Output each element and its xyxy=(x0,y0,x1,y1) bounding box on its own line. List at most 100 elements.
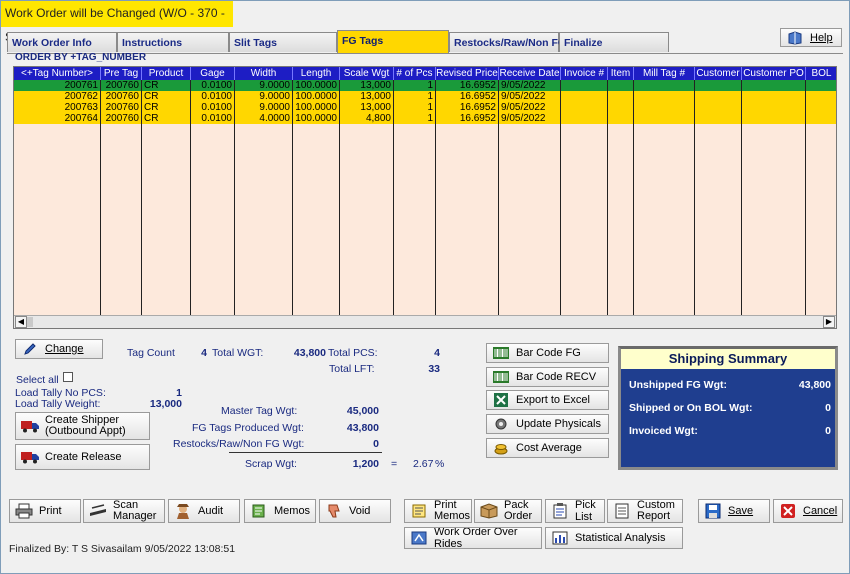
col-width[interactable]: Width xyxy=(235,67,293,80)
update-physicals-button[interactable]: Update Physicals xyxy=(486,414,609,434)
save-button[interactable]: Save xyxy=(698,499,770,523)
total-lft-value: 33 xyxy=(428,363,440,375)
scrap-wgt-label: Scrap Wgt: xyxy=(245,458,297,470)
col-customer-po[interactable]: Customer PO xyxy=(742,67,806,80)
table-row[interactable]: 200764 200760 CR 0.0100 4.0000 100.0000 4,800 1… xyxy=(14,113,836,124)
table-cell: 200762 xyxy=(64,91,98,102)
load-tally-wgt-label: Load Tally Weight: xyxy=(15,398,101,410)
col-revised-price[interactable]: Revised Price xyxy=(436,67,499,80)
chart-icon xyxy=(550,529,570,547)
invoiced-value: 0 xyxy=(825,425,831,437)
tab-work-order-info[interactable]: Work Order Info xyxy=(7,32,117,52)
scroll-right-icon[interactable]: ▶ xyxy=(823,316,835,328)
tab-fg-tags[interactable]: FG Tags xyxy=(337,30,449,53)
table-cell: 200760 xyxy=(105,102,139,113)
col-receive-date[interactable]: Receive Date xyxy=(499,67,561,80)
shipping-summary-panel: Shipping Summary Unshipped FG Wgt: 43,80… xyxy=(618,346,838,470)
col-customer[interactable]: Customer xyxy=(695,67,742,80)
scan-manager-button[interactable]: Scan Manager xyxy=(83,499,165,523)
col-gage[interactable]: Gage xyxy=(191,67,235,80)
create-release-button[interactable]: Create Release xyxy=(15,444,150,470)
override-icon xyxy=(409,529,429,547)
table-cell: 16.6952 xyxy=(459,113,496,124)
unshipped-value: 43,800 xyxy=(798,379,831,391)
select-all-label: Select all xyxy=(16,374,59,386)
cancel-button[interactable]: Cancel xyxy=(773,499,843,523)
close-icon xyxy=(778,502,798,520)
table-cell: 16.6952 xyxy=(459,102,496,113)
table-cell: 100.0000 xyxy=(295,80,337,91)
shipped-value: 0 xyxy=(825,402,831,414)
tab-finalize[interactable]: Finalize xyxy=(559,32,669,52)
col-item[interactable]: Item xyxy=(608,67,634,80)
restocks-wgt-value: 0 xyxy=(373,438,379,450)
col-invoice[interactable]: Invoice # xyxy=(561,67,608,80)
fg-tags-grid[interactable]: <+Tag Number> Pre Tag Product Gage Width… xyxy=(13,66,837,329)
scroll-thumb[interactable] xyxy=(27,317,33,327)
truck-icon xyxy=(20,448,40,466)
work-order-over-rides-button[interactable]: Work Order Over Rides xyxy=(404,527,542,549)
custom-report-button[interactable]: Custom Report xyxy=(607,499,683,523)
barcode-fg-button[interactable]: Bar Code FG xyxy=(486,343,609,363)
tab-restocks[interactable]: Restocks/Raw/Non FG xyxy=(449,32,566,52)
table-cell: CR xyxy=(144,91,159,102)
statistical-analysis-label: Statistical Analysis xyxy=(575,532,666,544)
unshipped-label: Unshipped FG Wgt: xyxy=(629,379,727,391)
create-shipper-button[interactable]: Create Shipper (Outbound Appt) xyxy=(15,412,150,440)
col-mill-tag[interactable]: Mill Tag # xyxy=(634,67,695,80)
audit-button[interactable]: Audit xyxy=(168,499,240,523)
col-tag-number[interactable]: <+Tag Number> xyxy=(14,67,101,80)
audit-label: Audit xyxy=(198,505,224,517)
print-button[interactable]: Print xyxy=(9,499,81,523)
table-cell: 0.0100 xyxy=(201,80,232,91)
col-product[interactable]: Product xyxy=(142,67,191,80)
help-label: Help xyxy=(810,31,833,44)
pick-list-button[interactable]: Pick List xyxy=(545,499,605,523)
table-cell: 4.0000 xyxy=(259,113,290,124)
total-lft-label: Total LFT: xyxy=(329,363,375,375)
table-cell: 0.0100 xyxy=(201,113,232,124)
pencil-icon xyxy=(20,340,40,358)
clipboard-icon xyxy=(550,502,570,520)
barcode-icon xyxy=(491,344,511,362)
col-length[interactable]: Length xyxy=(293,67,340,80)
table-cell: 9/05/2022 xyxy=(501,91,546,102)
scroll-left-icon[interactable]: ◀ xyxy=(15,316,27,328)
memos-label: Memos xyxy=(274,505,311,517)
scrap-pct-value: 2.67 xyxy=(413,458,434,470)
tab-slit-tags[interactable]: Slit Tags xyxy=(229,32,337,52)
table-row[interactable]: 200761 200760 CR 0.0100 9.0000 100.0000 13,000… xyxy=(14,80,836,91)
print-memos-button[interactable]: Print Memos xyxy=(404,499,472,523)
col-pre-tag[interactable]: Pre Tag xyxy=(101,67,142,80)
tab-instructions[interactable]: Instructions xyxy=(117,32,229,52)
change-button[interactable]: Change xyxy=(15,339,103,359)
create-shipper-label: Create Shipper (Outbound Appt) xyxy=(45,414,126,437)
box-icon xyxy=(479,502,499,520)
table-cell: 0.0100 xyxy=(201,91,232,102)
export-excel-button[interactable]: Export to Excel xyxy=(486,390,609,410)
col-bol[interactable]: BOL xyxy=(806,67,836,80)
grid-col-line xyxy=(100,80,101,320)
col-num-pcs[interactable]: # of Pcs xyxy=(394,67,436,80)
help-button[interactable]: Help xyxy=(780,28,842,47)
table-cell: 100.0000 xyxy=(295,102,337,113)
barcode-recv-button[interactable]: Bar Code RECV xyxy=(486,367,609,387)
horizontal-scrollbar[interactable]: ◀ ▶ xyxy=(14,315,836,328)
table-row[interactable]: 200763 200760 CR 0.0100 9.0000 100.0000 13,000… xyxy=(14,102,836,113)
cost-average-button[interactable]: Cost Average xyxy=(486,438,609,458)
table-cell: 1 xyxy=(427,113,433,124)
pack-order-button[interactable]: Pack Order xyxy=(474,499,542,523)
grid-col-line xyxy=(560,80,561,320)
table-cell: 1 xyxy=(427,80,433,91)
memos-button[interactable]: Memos xyxy=(244,499,316,523)
table-cell: 13,000 xyxy=(360,91,391,102)
pack-order-label: Pack Order xyxy=(504,499,533,522)
table-row[interactable]: 200762 200760 CR 0.0100 9.0000 100.0000 13,000… xyxy=(14,91,836,102)
total-pcs-value: 4 xyxy=(434,347,440,359)
col-scale-wgt[interactable]: Scale Wgt xyxy=(340,67,394,80)
statistical-analysis-button[interactable]: Statistical Analysis xyxy=(545,527,683,549)
select-all-checkbox[interactable] xyxy=(63,372,73,382)
void-button[interactable]: Void xyxy=(319,499,391,523)
create-release-label: Create Release xyxy=(45,451,122,463)
help-book-icon xyxy=(785,29,805,46)
